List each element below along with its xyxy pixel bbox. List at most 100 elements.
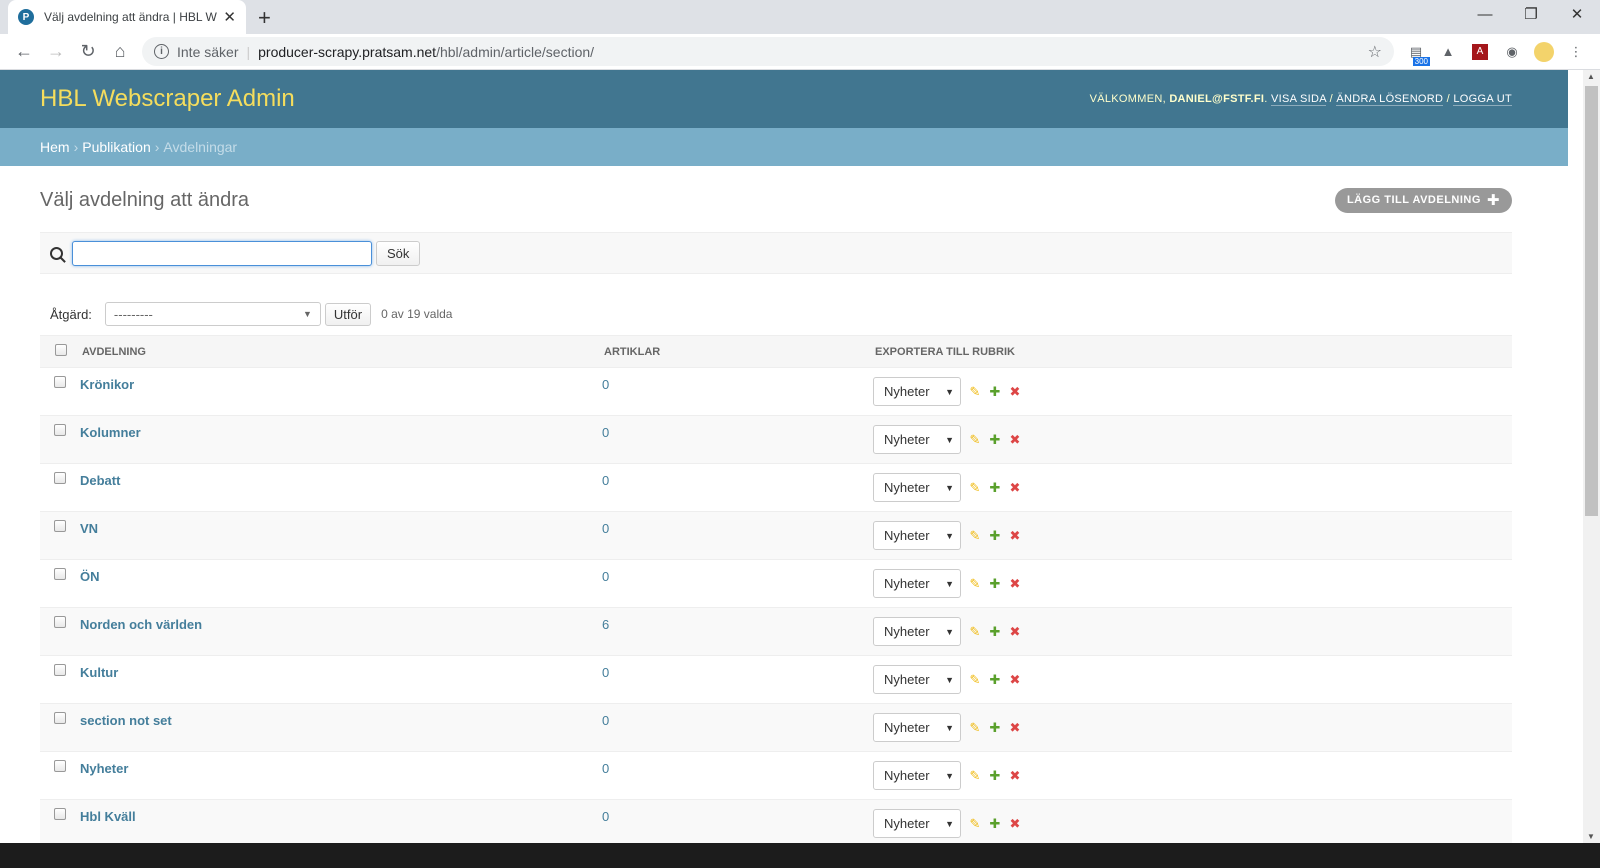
section-name-link[interactable]: ÖN	[80, 569, 100, 584]
column-header-section[interactable]: Avdelning	[80, 335, 602, 368]
add-plus-icon[interactable]: ✚	[989, 480, 1001, 496]
tab-title: Välj avdelning att ändra | HBL We	[44, 10, 218, 24]
edit-pencil-icon[interactable]: ✎	[969, 720, 981, 736]
edit-pencil-icon[interactable]: ✎	[969, 768, 981, 784]
search-button[interactable]: Sök	[376, 240, 421, 266]
section-name-link[interactable]: section not set	[80, 713, 172, 728]
scroll-down-icon[interactable]: ▼	[1587, 832, 1595, 841]
home-icon[interactable]: ⌂	[104, 41, 136, 62]
select-all-checkbox[interactable]	[55, 344, 67, 356]
add-plus-icon[interactable]: ✚	[989, 528, 1001, 544]
rubrik-select[interactable]: Nyheter ▼	[873, 665, 961, 694]
rubrik-select[interactable]: Nyheter ▼	[873, 425, 961, 454]
browser-tab[interactable]: P Välj avdelning att ändra | HBL We ✕	[8, 0, 246, 34]
section-name-link[interactable]: Debatt	[80, 473, 120, 488]
profile-avatar[interactable]	[1528, 40, 1560, 64]
search-input[interactable]	[72, 240, 372, 266]
add-plus-icon[interactable]: ✚	[989, 384, 1001, 400]
bookmark-star-icon[interactable]: ☆	[1368, 42, 1382, 62]
reload-icon[interactable]: ↻	[72, 41, 104, 62]
delete-x-icon[interactable]: ✖	[1009, 480, 1021, 496]
section-name-link[interactable]: Krönikor	[80, 377, 134, 392]
view-site-link[interactable]: Visa sida	[1271, 93, 1327, 106]
add-plus-icon[interactable]: ✚	[989, 576, 1001, 592]
page-scrollbar[interactable]: ▲ ▼	[1583, 70, 1600, 843]
rubrik-select[interactable]: Nyheter ▼	[873, 617, 961, 646]
section-name-link[interactable]: Hbl Kväll	[80, 809, 136, 824]
section-name-link[interactable]: VN	[80, 521, 98, 536]
rubrik-select[interactable]: Nyheter ▼	[873, 761, 961, 790]
add-plus-icon[interactable]: ✚	[989, 816, 1001, 832]
delete-x-icon[interactable]: ✖	[1009, 720, 1021, 736]
row-checkbox[interactable]	[54, 712, 66, 724]
edit-pencil-icon[interactable]: ✎	[969, 624, 981, 640]
row-checkbox[interactable]	[54, 472, 66, 484]
change-password-link[interactable]: Ändra lösenord	[1336, 93, 1444, 106]
add-plus-icon[interactable]: ✚	[989, 624, 1001, 640]
delete-x-icon[interactable]: ✖	[1009, 768, 1021, 784]
extension-icon[interactable]: ▤ 300	[1400, 40, 1432, 66]
row-checkbox[interactable]	[54, 376, 66, 388]
rubrik-select[interactable]: Nyheter ▼	[873, 377, 961, 406]
pdf-icon[interactable]: A	[1464, 40, 1496, 64]
section-name-link[interactable]: Kultur	[80, 665, 118, 680]
section-name-link[interactable]: Kolumner	[80, 425, 141, 440]
action-go-button[interactable]: Utför	[324, 302, 372, 326]
column-header-articles[interactable]: Artiklar	[602, 335, 873, 368]
menu-icon[interactable]: ⋮	[1560, 40, 1592, 64]
scroll-up-icon[interactable]: ▲	[1587, 72, 1595, 81]
add-plus-icon[interactable]: ✚	[989, 720, 1001, 736]
site-branding[interactable]: HBL Webscraper Admin	[40, 85, 295, 113]
add-plus-icon[interactable]: ✚	[989, 432, 1001, 448]
row-checkbox[interactable]	[54, 664, 66, 676]
edit-pencil-icon[interactable]: ✎	[969, 528, 981, 544]
row-checkbox[interactable]	[54, 808, 66, 820]
row-checkbox[interactable]	[54, 760, 66, 772]
close-window-icon[interactable]: ✕	[1554, 0, 1600, 34]
drive-icon[interactable]: ▲	[1432, 40, 1464, 64]
forward-icon[interactable]: →	[40, 41, 72, 62]
restore-icon[interactable]: ❐	[1508, 0, 1554, 34]
delete-x-icon[interactable]: ✖	[1009, 576, 1021, 592]
delete-x-icon[interactable]: ✖	[1009, 816, 1021, 832]
edit-pencil-icon[interactable]: ✎	[969, 432, 981, 448]
delete-x-icon[interactable]: ✖	[1009, 624, 1021, 640]
add-section-button[interactable]: Lägg till avdelning ✚	[1334, 187, 1512, 213]
delete-x-icon[interactable]: ✖	[1009, 384, 1021, 400]
delete-x-icon[interactable]: ✖	[1009, 528, 1021, 544]
edit-pencil-icon[interactable]: ✎	[969, 816, 981, 832]
minimize-icon[interactable]: —	[1462, 0, 1508, 34]
rubrik-select[interactable]: Nyheter ▼	[873, 569, 961, 598]
edit-pencil-icon[interactable]: ✎	[969, 384, 981, 400]
section-name-cell: VN	[80, 512, 602, 560]
rubrik-select[interactable]: Nyheter ▼	[873, 809, 961, 838]
breadcrumb-app[interactable]: Publikation	[82, 139, 151, 155]
edit-pencil-icon[interactable]: ✎	[969, 480, 981, 496]
scrollbar-thumb[interactable]	[1585, 86, 1598, 516]
edit-pencil-icon[interactable]: ✎	[969, 576, 981, 592]
back-icon[interactable]: ←	[8, 41, 40, 62]
row-checkbox[interactable]	[54, 616, 66, 628]
row-checkbox[interactable]	[54, 424, 66, 436]
edit-pencil-icon[interactable]: ✎	[969, 672, 981, 688]
row-checkbox[interactable]	[54, 520, 66, 532]
section-name-link[interactable]: Nyheter	[80, 761, 128, 776]
action-select[interactable]: --------- ▼	[104, 302, 321, 326]
new-tab-button[interactable]: +	[258, 5, 271, 31]
row-checkbox[interactable]	[54, 568, 66, 580]
add-plus-icon[interactable]: ✚	[989, 672, 1001, 688]
rubrik-select[interactable]: Nyheter ▼	[873, 473, 961, 502]
breadcrumb-home[interactable]: Hem	[40, 139, 70, 155]
rubrik-select[interactable]: Nyheter ▼	[873, 521, 961, 550]
logout-link[interactable]: Logga ut	[1453, 93, 1512, 106]
address-bar[interactable]: i Inte säker | producer-scrapy.pratsam.n…	[142, 37, 1394, 66]
section-name-link[interactable]: Norden och världen	[80, 617, 202, 632]
column-header-export[interactable]: Exportera till rubrik	[873, 335, 1512, 368]
delete-x-icon[interactable]: ✖	[1009, 672, 1021, 688]
add-plus-icon[interactable]: ✚	[989, 768, 1001, 784]
eye-extension-icon[interactable]: ◉	[1496, 40, 1528, 64]
info-icon[interactable]: i	[154, 44, 169, 59]
rubrik-select[interactable]: Nyheter ▼	[873, 713, 961, 742]
tab-close-icon[interactable]: ✕	[223, 8, 236, 26]
delete-x-icon[interactable]: ✖	[1009, 432, 1021, 448]
